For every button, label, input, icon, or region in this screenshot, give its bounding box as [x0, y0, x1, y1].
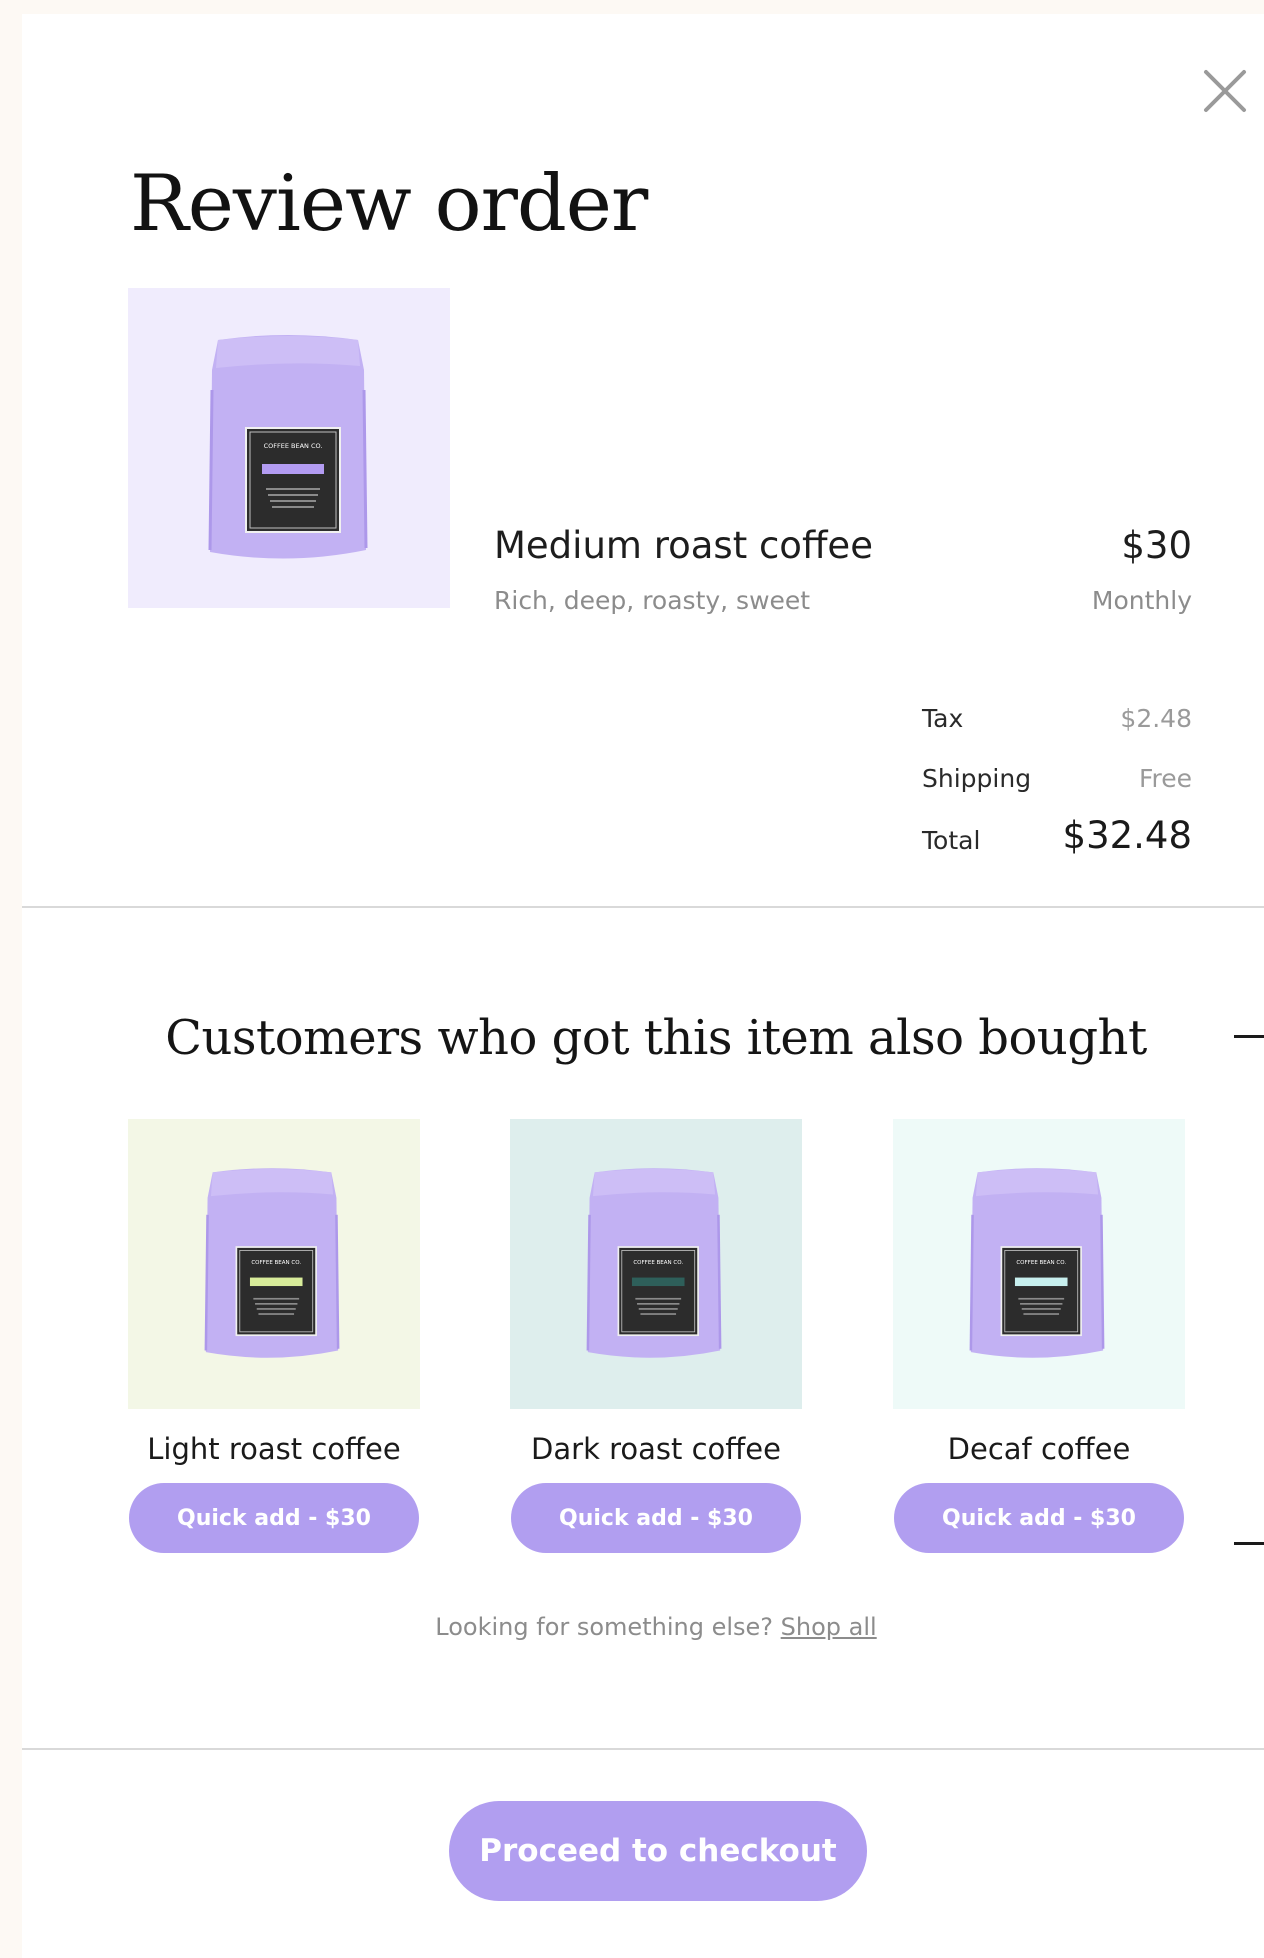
- carousel-edge-indicator: [1234, 1035, 1264, 1038]
- shop-all-link[interactable]: Shop all: [781, 1613, 877, 1641]
- bag-brand-text: COFFEE BEAN CO.: [1016, 1260, 1066, 1266]
- shipping-value: Free: [1138, 764, 1192, 793]
- tax-value: $2.48: [1120, 704, 1192, 733]
- quick-add-button[interactable]: Quick add - $30: [129, 1483, 419, 1553]
- bag-brand-text: COFFEE BEAN CO.: [264, 442, 323, 450]
- page-title: Review order: [130, 159, 648, 249]
- recommendation-name: Decaf coffee: [947, 1432, 1131, 1466]
- review-order-modal: Review order COFFEE BEAN CO. Medium roas…: [22, 14, 1264, 1958]
- recommendation-card: COFFEE BEAN CO. Decaf coffee Quick add -…: [893, 1119, 1185, 1553]
- divider: [22, 1748, 1264, 1750]
- bag-brand-text: COFFEE BEAN CO.: [633, 1260, 683, 1266]
- recommendation-name: Dark roast coffee: [531, 1432, 781, 1466]
- carousel-edge-indicator: [1234, 1542, 1264, 1545]
- order-item-frequency: Monthly: [1091, 586, 1192, 615]
- recommendation-image: COFFEE BEAN CO.: [893, 1119, 1185, 1409]
- coffee-bag-image: COFFEE BEAN CO.: [196, 330, 380, 566]
- close-icon: [1204, 70, 1246, 112]
- order-item-name: Medium roast coffee: [494, 524, 873, 567]
- recommendation-card: COFFEE BEAN CO. Light roast coffee Quick…: [128, 1119, 420, 1553]
- coffee-bag-image: COFFEE BEAN CO.: [576, 1159, 732, 1369]
- recommendation-card: COFFEE BEAN CO. Dark roast coffee Quick …: [510, 1119, 802, 1553]
- quick-add-button[interactable]: Quick add - $30: [894, 1483, 1184, 1553]
- shop-all-note: Looking for something else? Shop all: [22, 1610, 1264, 1644]
- quick-add-button[interactable]: Quick add - $30: [511, 1483, 801, 1553]
- order-item-description: Rich, deep, roasty, sweet: [494, 586, 811, 615]
- recommendation-image: COFFEE BEAN CO.: [128, 1119, 420, 1409]
- total-label: Total: [922, 826, 981, 855]
- shipping-label: Shipping: [922, 764, 1032, 793]
- recommendations-title: Customers who got this item also bought: [165, 1010, 1147, 1066]
- bag-brand-text: COFFEE BEAN CO.: [251, 1260, 301, 1266]
- shop-all-prompt: Looking for something else?: [435, 1613, 774, 1641]
- divider: [22, 906, 1264, 908]
- order-item-price: $30: [1121, 524, 1192, 567]
- recommendation-image: COFFEE BEAN CO.: [510, 1119, 802, 1409]
- total-value: $32.48: [1062, 814, 1192, 857]
- close-button[interactable]: [1184, 50, 1264, 132]
- coffee-bag-image: COFFEE BEAN CO.: [194, 1159, 350, 1369]
- order-item-image: COFFEE BEAN CO.: [128, 288, 450, 608]
- proceed-to-checkout-button[interactable]: Proceed to checkout: [449, 1801, 867, 1901]
- tax-label: Tax: [922, 704, 964, 733]
- recommendation-name: Light roast coffee: [147, 1432, 401, 1466]
- coffee-bag-image: COFFEE BEAN CO.: [959, 1159, 1115, 1369]
